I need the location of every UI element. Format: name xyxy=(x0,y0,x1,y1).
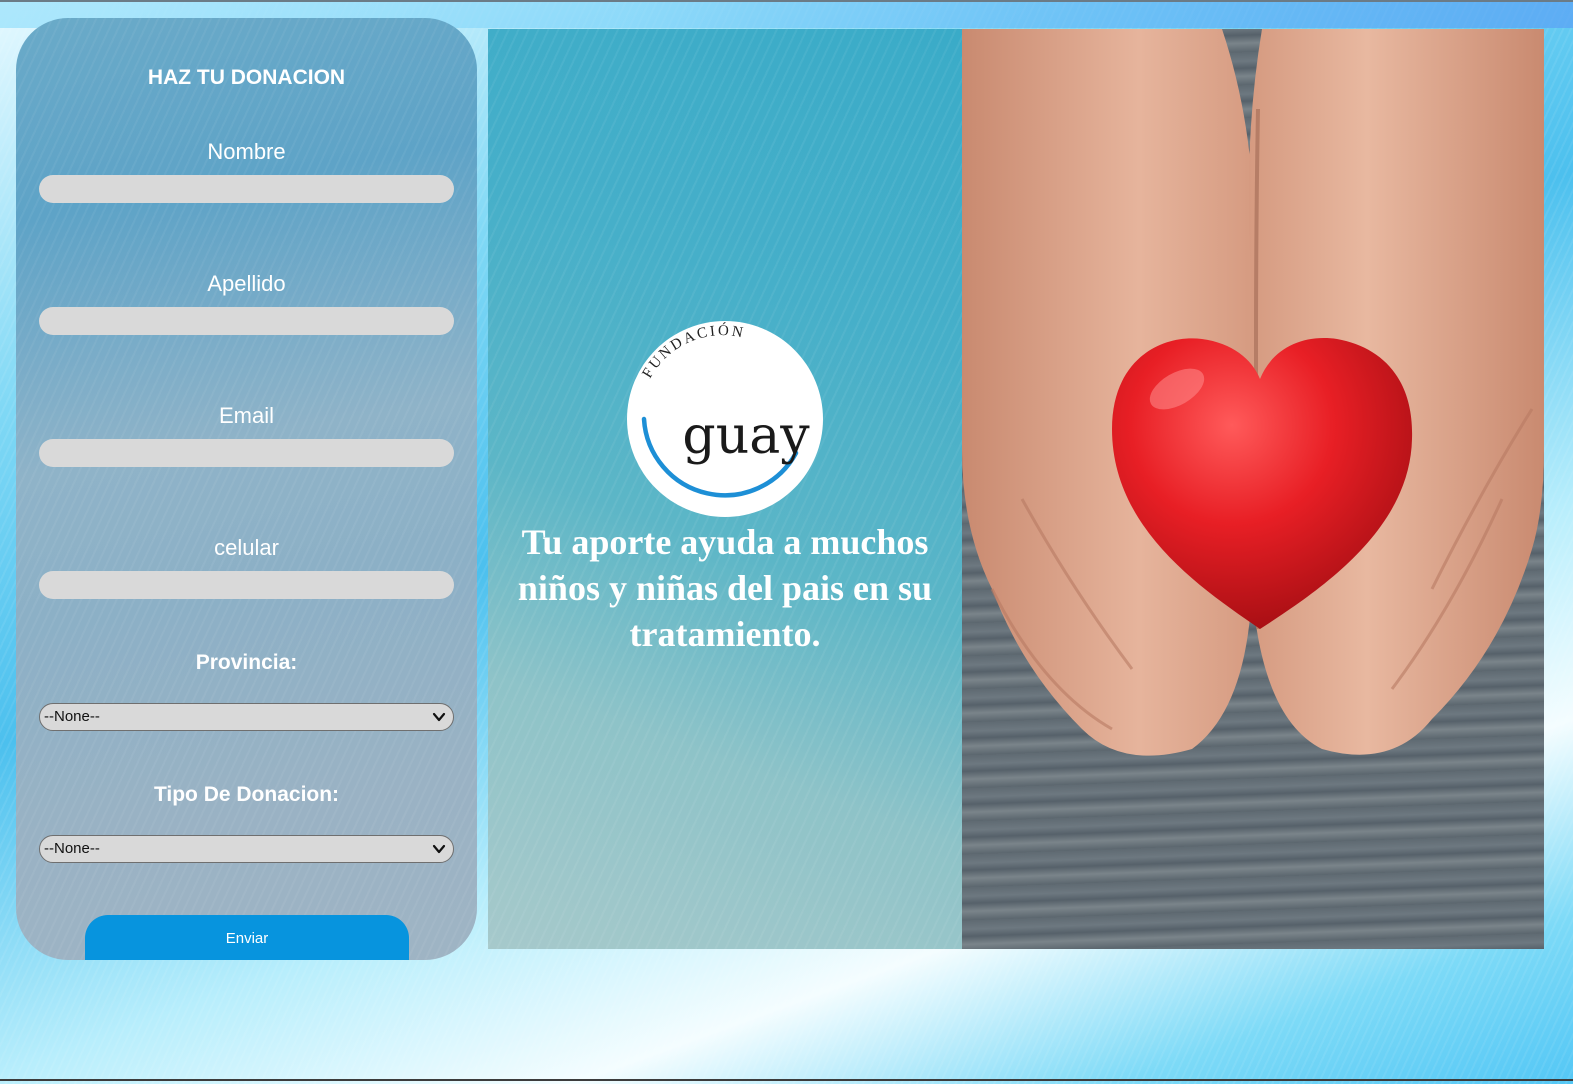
nombre-label: Nombre xyxy=(207,139,286,164)
email-input[interactable] xyxy=(39,439,454,467)
tagline: Tu aporte ayuda a muchos niños y niñas d… xyxy=(517,522,933,654)
tipo-donacion-label: Tipo De Donacion: xyxy=(153,783,340,806)
provincia-label: Provincia: xyxy=(195,651,298,674)
celular-input[interactable] xyxy=(39,571,454,599)
hands-heart-photo xyxy=(962,29,1544,949)
celular-label: celular xyxy=(214,535,279,560)
enviar-button[interactable]: Enviar xyxy=(85,915,409,960)
nombre-input[interactable] xyxy=(39,175,454,203)
tipo-donacion-select[interactable]: --None-- xyxy=(39,835,454,863)
window-bottom-border xyxy=(0,1079,1573,1081)
form-title: HAZ TU DONACION xyxy=(147,66,346,89)
logo-wordmark: guay xyxy=(682,406,810,466)
provincia-selected-value: --None-- xyxy=(44,708,100,725)
apellido-input[interactable] xyxy=(39,307,454,335)
tipo-donacion-selected-value: --None-- xyxy=(44,840,100,857)
apellido-label: Apellido xyxy=(207,271,286,296)
donation-form: HAZ TU DONACION Nombre Apellido Email ce… xyxy=(16,18,477,960)
chevron-down-icon xyxy=(432,712,446,722)
hero-panel: FUNDACIÓN guay Tu aporte ayuda a muchos … xyxy=(488,29,962,949)
provincia-select[interactable]: --None-- xyxy=(39,703,454,731)
fundacion-guay-logo: FUNDACIÓN guay xyxy=(627,321,823,517)
chevron-down-icon xyxy=(432,844,446,854)
hands-heart-illustration xyxy=(962,29,1544,756)
email-label: Email xyxy=(218,403,274,428)
